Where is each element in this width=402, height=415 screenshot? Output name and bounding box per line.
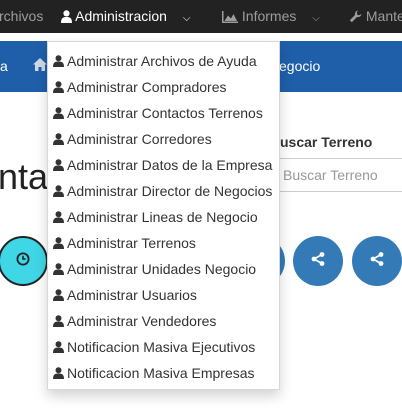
menu-item-datos-empresa[interactable]: Administrar Datos de la Empresa xyxy=(53,155,272,175)
menu-item-unidades-negocio[interactable]: Administrar Unidades Negocio xyxy=(53,259,256,279)
menu-item-contactos-terrenos[interactable]: Administrar Contactos Terrenos xyxy=(53,103,263,123)
menu-item-label: Administrar Archivos de Ayuda xyxy=(67,53,257,69)
search-field[interactable] xyxy=(270,158,402,192)
share-icon xyxy=(370,251,384,271)
menu-item-label: Administrar Terrenos xyxy=(67,235,196,251)
menu-item-director-negocios[interactable]: Administrar Director de Negocios xyxy=(53,181,272,201)
page-title: nta xyxy=(0,156,49,197)
menu-item-label: Notificacion Masiva Empresas xyxy=(67,365,255,381)
administracion-dropdown-menu: Administrar Archivos de Ayuda Administra… xyxy=(47,41,280,390)
menu-item-notificacion-empresas[interactable]: Notificacion Masiva Empresas xyxy=(53,363,255,383)
menu-item-terrenos[interactable]: Administrar Terrenos xyxy=(53,233,196,253)
clock-button[interactable] xyxy=(0,236,48,286)
user-icon xyxy=(53,185,64,197)
menu-item-notificacion-ejecutivos[interactable]: Notificacion Masiva Ejecutivos xyxy=(53,337,255,357)
nav-item-administracion[interactable]: Administracion ⌵ xyxy=(61,0,190,33)
menu-item-label: Administrar Compradores xyxy=(67,79,227,95)
menu-item-label: Administrar Lineas de Negocio xyxy=(67,209,258,225)
share-button[interactable] xyxy=(293,236,343,286)
user-icon xyxy=(53,133,64,145)
user-icon xyxy=(53,159,64,171)
menu-item-label: Administrar Vendedores xyxy=(67,313,217,329)
wrench-icon xyxy=(349,8,362,24)
breadcrumb-left-text[interactable]: a xyxy=(0,41,8,92)
user-icon xyxy=(53,315,64,327)
user-icon xyxy=(53,367,64,379)
breadcrumb-right-text[interactable]: egocio xyxy=(279,41,320,92)
share-icon xyxy=(311,251,325,271)
menu-item-usuarios[interactable]: Administrar Usuarios xyxy=(53,285,197,305)
user-icon xyxy=(53,263,64,275)
share-button[interactable] xyxy=(352,236,402,286)
user-icon xyxy=(61,8,72,24)
menu-item-label: Administrar Usuarios xyxy=(67,287,197,303)
chevron-down-icon: ⌵ xyxy=(182,13,191,24)
menu-item-compradores[interactable]: Administrar Compradores xyxy=(53,77,227,97)
chevron-down-icon: ⌵ xyxy=(312,13,320,24)
menu-item-label: Administrar Contactos Terrenos xyxy=(67,105,263,121)
nav-item-administracion-label: Administracion xyxy=(75,8,167,24)
chart-area-icon xyxy=(222,8,238,24)
home-icon[interactable] xyxy=(33,58,47,76)
nav-item-archivos[interactable]: rchivos xyxy=(0,0,43,33)
user-icon xyxy=(53,55,64,67)
menu-item-label: Administrar Unidades Negocio xyxy=(67,261,257,277)
nav-item-mantenedores-label: Mante xyxy=(365,8,402,24)
user-icon xyxy=(53,289,64,301)
user-icon xyxy=(53,211,64,223)
nav-item-mantenedores[interactable]: Mante xyxy=(349,0,402,33)
top-navbar: rchivos Administracion ⌵ Informes ⌵ Mant… xyxy=(0,0,402,33)
menu-item-archivos-ayuda[interactable]: Administrar Archivos de Ayuda xyxy=(53,51,257,71)
menu-item-vendedores[interactable]: Administrar Vendedores xyxy=(53,311,216,331)
user-icon xyxy=(53,341,64,353)
menu-item-label: Administrar Director de Negocios xyxy=(67,183,273,199)
menu-item-lineas-negocio[interactable]: Administrar Lineas de Negocio xyxy=(53,207,258,227)
menu-item-corredores[interactable]: Administrar Corredores xyxy=(53,129,212,149)
nav-item-informes-label: Informes xyxy=(241,8,297,24)
user-icon xyxy=(53,107,64,119)
menu-item-label: Administrar Datos de la Empresa xyxy=(67,157,273,173)
menu-item-label: Administrar Corredores xyxy=(67,131,212,147)
search-input[interactable] xyxy=(271,159,402,191)
clock-icon xyxy=(16,252,30,271)
menu-item-label: Notificacion Masiva Ejecutivos xyxy=(67,339,256,355)
search-label: uscar Terreno xyxy=(280,134,373,150)
nav-item-archivos-label: rchivos xyxy=(0,8,44,24)
nav-item-informes[interactable]: Informes ⌵ xyxy=(222,0,320,33)
user-icon xyxy=(53,237,64,249)
user-icon xyxy=(53,81,64,93)
